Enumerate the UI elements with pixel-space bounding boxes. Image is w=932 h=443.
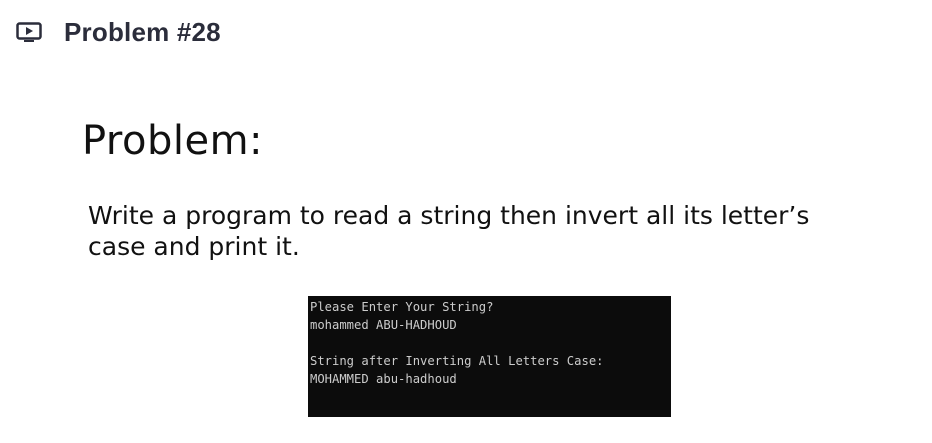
page-title: Problem #28: [64, 16, 221, 47]
console-line: String after Inverting All Letters Case:: [310, 354, 604, 368]
problem-description: Write a program to read a string then in…: [88, 200, 888, 262]
play-screen-icon[interactable]: [16, 22, 42, 42]
console-line: mohammed ABU-HADHOUD: [310, 318, 457, 332]
description-line: case and print it.: [88, 232, 300, 261]
description-line: Write a program to read a string then in…: [88, 201, 810, 230]
console-output: Please Enter Your String? mohammed ABU-H…: [308, 296, 671, 417]
video-header: Problem #28: [16, 14, 221, 50]
console-line: Please Enter Your String?: [310, 300, 494, 314]
console-line: MOHAMMED abu-hadhoud: [310, 372, 457, 386]
slide-heading: Problem:: [82, 118, 264, 164]
